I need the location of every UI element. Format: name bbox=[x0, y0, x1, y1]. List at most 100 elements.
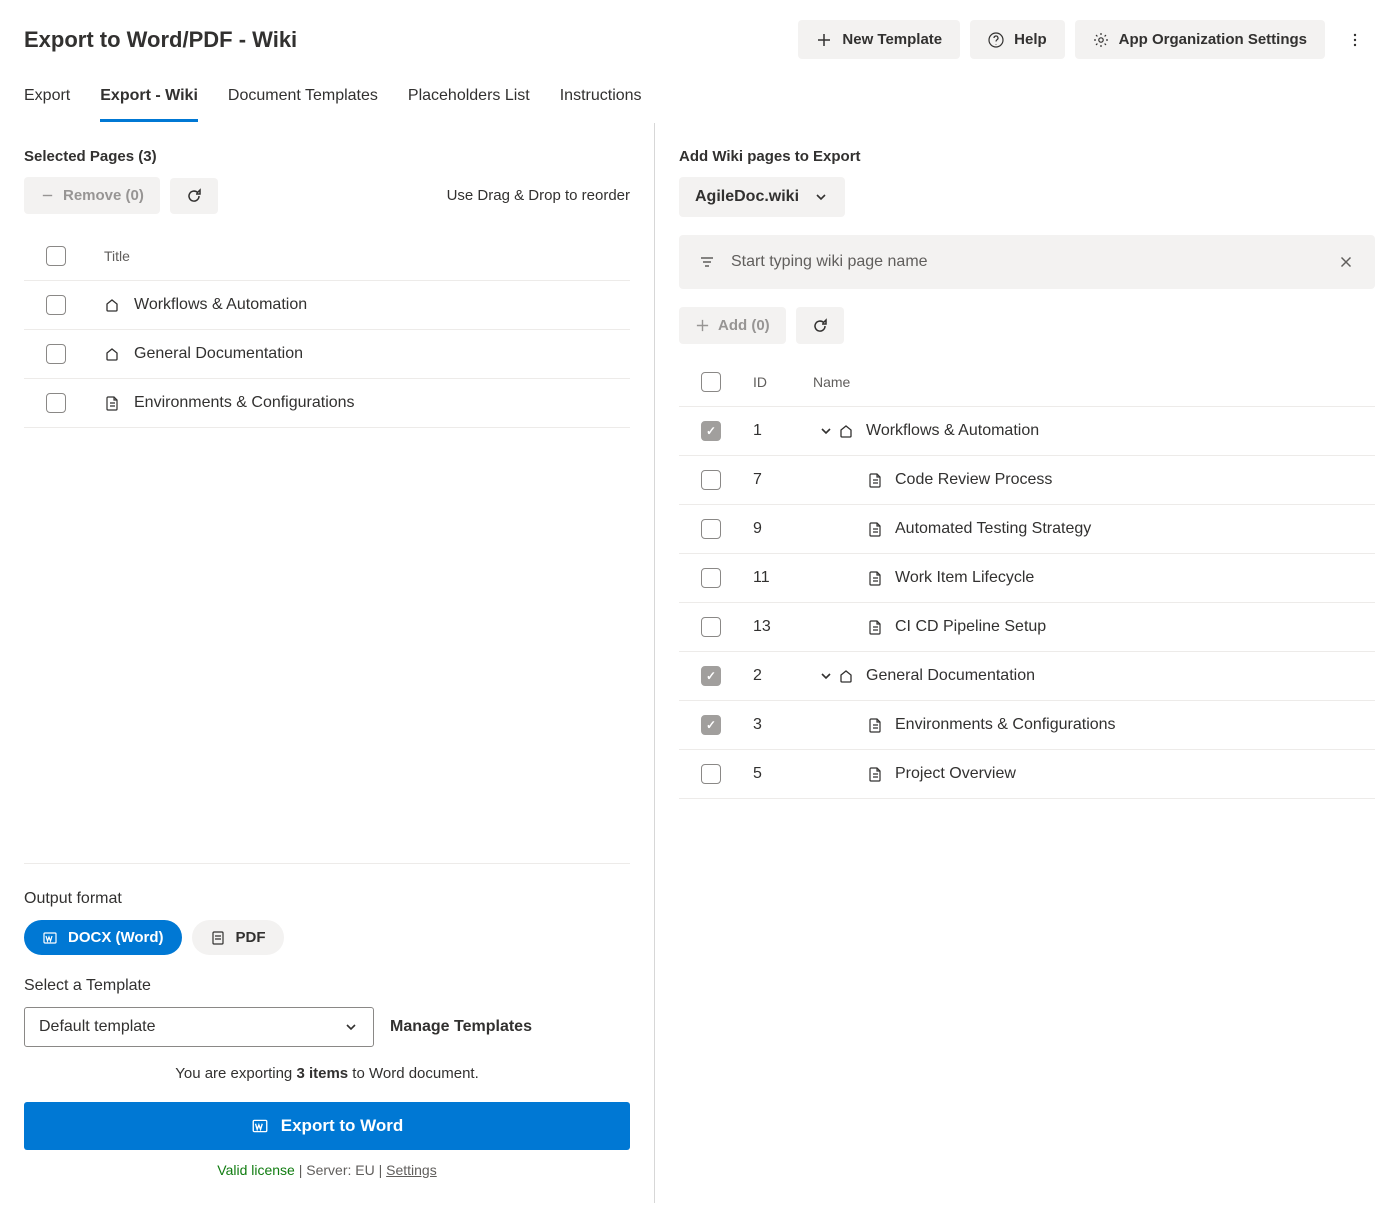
more-vertical-icon bbox=[1347, 32, 1363, 48]
row-id: 2 bbox=[753, 667, 813, 685]
clear-search-icon[interactable] bbox=[1337, 253, 1355, 271]
column-title: Title bbox=[104, 248, 130, 264]
row-checkbox[interactable] bbox=[46, 295, 66, 315]
footer-links: Valid license | Server: EU | Settings bbox=[24, 1162, 630, 1178]
row-checkbox[interactable] bbox=[701, 519, 721, 539]
manage-templates-link[interactable]: Manage Templates bbox=[390, 1018, 532, 1036]
wiki-page-row[interactable]: 11 Work Item Lifecycle bbox=[679, 554, 1375, 603]
add-button[interactable]: Add (0) bbox=[679, 307, 786, 344]
output-format-label: Output format bbox=[24, 890, 630, 908]
row-name: Automated Testing Strategy bbox=[895, 520, 1091, 538]
word-icon bbox=[42, 930, 58, 946]
row-name: General Documentation bbox=[866, 667, 1035, 685]
plus-icon bbox=[695, 318, 710, 333]
tab-placeholders-list[interactable]: Placeholders List bbox=[408, 79, 530, 122]
help-icon bbox=[988, 32, 1004, 48]
row-checkbox[interactable] bbox=[701, 617, 721, 637]
valid-license-text: Valid license bbox=[217, 1162, 295, 1178]
format-docx-pill[interactable]: DOCX (Word) bbox=[24, 920, 182, 955]
row-checkbox[interactable] bbox=[701, 421, 721, 441]
wiki-page-row[interactable]: 13 CI CD Pipeline Setup bbox=[679, 603, 1375, 652]
page-icon bbox=[867, 570, 883, 586]
export-to-word-button[interactable]: Export to Word bbox=[24, 1102, 630, 1150]
row-title: General Documentation bbox=[134, 345, 303, 363]
tab-document-templates[interactable]: Document Templates bbox=[228, 79, 378, 122]
app-org-settings-button[interactable]: App Organization Settings bbox=[1075, 20, 1325, 59]
row-checkbox[interactable] bbox=[46, 344, 66, 364]
add-wiki-pages-label: Add Wiki pages to Export bbox=[679, 148, 1375, 165]
row-id: 11 bbox=[753, 569, 813, 587]
help-button[interactable]: Help bbox=[970, 20, 1065, 59]
wiki-icon bbox=[104, 297, 120, 313]
refresh-icon bbox=[812, 318, 828, 334]
page-title: Export to Word/PDF - Wiki bbox=[24, 27, 297, 53]
settings-link[interactable]: Settings bbox=[386, 1162, 437, 1178]
row-checkbox[interactable] bbox=[46, 393, 66, 413]
wiki-page-row[interactable]: 9 Automated Testing Strategy bbox=[679, 505, 1375, 554]
more-menu-button[interactable] bbox=[1335, 24, 1375, 56]
wiki-icon bbox=[838, 668, 854, 684]
row-checkbox[interactable] bbox=[701, 568, 721, 588]
new-template-button[interactable]: New Template bbox=[798, 20, 960, 59]
search-input[interactable] bbox=[731, 253, 1337, 271]
chevron-down-icon bbox=[343, 1019, 359, 1035]
selected-page-row[interactable]: Workflows & Automation bbox=[24, 281, 630, 330]
row-id: 13 bbox=[753, 618, 813, 636]
refresh-wiki-button[interactable] bbox=[796, 307, 844, 344]
remove-button[interactable]: Remove (0) bbox=[24, 177, 160, 214]
plus-icon bbox=[816, 32, 832, 48]
row-name: Work Item Lifecycle bbox=[895, 569, 1034, 587]
format-pdf-pill[interactable]: PDF bbox=[192, 920, 284, 955]
row-id: 9 bbox=[753, 520, 813, 538]
search-box[interactable] bbox=[679, 235, 1375, 289]
row-id: 3 bbox=[753, 716, 813, 734]
wiki-page-row[interactable]: 3 Environments & Configurations bbox=[679, 701, 1375, 750]
row-title: Environments & Configurations bbox=[134, 394, 355, 412]
chevron-down-icon bbox=[813, 189, 829, 205]
expand-toggle[interactable] bbox=[813, 668, 838, 684]
page-icon bbox=[867, 717, 883, 733]
reorder-hint: Use Drag & Drop to reorder bbox=[447, 187, 630, 204]
row-name: Project Overview bbox=[895, 765, 1016, 783]
row-id: 1 bbox=[753, 422, 813, 440]
row-name: CI CD Pipeline Setup bbox=[895, 618, 1046, 636]
selected-page-row[interactable]: Environments & Configurations bbox=[24, 379, 630, 428]
wiki-name: AgileDoc.wiki bbox=[695, 188, 799, 206]
row-name: Workflows & Automation bbox=[866, 422, 1039, 440]
row-name: Code Review Process bbox=[895, 471, 1052, 489]
minus-icon bbox=[40, 188, 55, 203]
tab-instructions[interactable]: Instructions bbox=[560, 79, 642, 122]
refresh-icon bbox=[186, 188, 202, 204]
gear-icon bbox=[1093, 32, 1109, 48]
page-icon bbox=[104, 395, 120, 411]
wiki-page-row[interactable]: 1 Workflows & Automation bbox=[679, 407, 1375, 456]
wiki-page-row[interactable]: 2 General Documentation bbox=[679, 652, 1375, 701]
refresh-selected-button[interactable] bbox=[170, 178, 218, 214]
tab-export[interactable]: Export bbox=[24, 79, 70, 122]
row-checkbox[interactable] bbox=[701, 764, 721, 784]
tab-export-wiki[interactable]: Export - Wiki bbox=[100, 79, 198, 122]
selected-page-row[interactable]: General Documentation bbox=[24, 330, 630, 379]
row-checkbox[interactable] bbox=[701, 666, 721, 686]
row-title: Workflows & Automation bbox=[134, 296, 307, 314]
column-name: Name bbox=[813, 374, 850, 390]
row-checkbox[interactable] bbox=[701, 715, 721, 735]
template-select[interactable]: Default template bbox=[24, 1007, 374, 1047]
row-checkbox[interactable] bbox=[701, 470, 721, 490]
page-icon bbox=[867, 619, 883, 635]
wiki-table-header: ID Name bbox=[679, 362, 1375, 407]
export-info: You are exporting 3 items to Word docume… bbox=[24, 1065, 630, 1082]
wiki-page-row[interactable]: 5 Project Overview bbox=[679, 750, 1375, 799]
wiki-icon bbox=[838, 423, 854, 439]
wiki-icon bbox=[104, 346, 120, 362]
wiki-page-row[interactable]: 7 Code Review Process bbox=[679, 456, 1375, 505]
pdf-icon bbox=[210, 930, 226, 946]
filter-icon bbox=[699, 254, 715, 270]
column-id: ID bbox=[753, 374, 813, 390]
template-value: Default template bbox=[39, 1018, 156, 1036]
wiki-selector[interactable]: AgileDoc.wiki bbox=[679, 177, 845, 217]
expand-toggle[interactable] bbox=[813, 423, 838, 439]
select-all-wiki-checkbox[interactable] bbox=[701, 372, 721, 392]
row-id: 5 bbox=[753, 765, 813, 783]
select-all-checkbox[interactable] bbox=[46, 246, 66, 266]
